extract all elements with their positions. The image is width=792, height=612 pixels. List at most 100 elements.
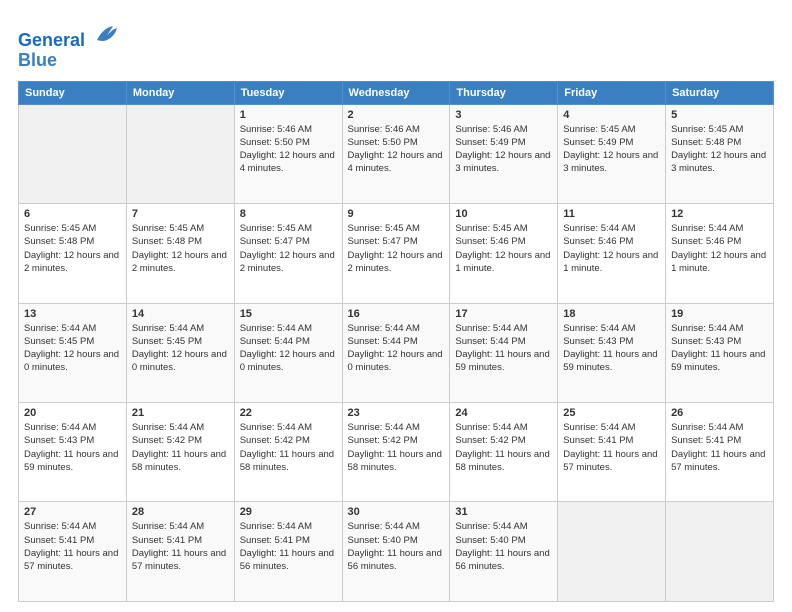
calendar-cell: 22Sunrise: 5:44 AMSunset: 5:42 PMDayligh… xyxy=(234,403,342,502)
day-number: 5 xyxy=(671,109,768,121)
day-info: Sunrise: 5:44 AM xyxy=(455,421,552,434)
day-info: Sunrise: 5:44 AM xyxy=(132,520,229,533)
day-info: Sunrise: 5:44 AM xyxy=(671,222,768,235)
day-info: Sunrise: 5:44 AM xyxy=(455,322,552,335)
day-info: Sunset: 5:43 PM xyxy=(24,434,121,447)
calendar-body: 1Sunrise: 5:46 AMSunset: 5:50 PMDaylight… xyxy=(19,104,774,601)
day-number: 8 xyxy=(240,208,337,220)
day-info: Sunrise: 5:44 AM xyxy=(455,520,552,533)
day-info: Sunset: 5:44 PM xyxy=(240,335,337,348)
logo-general: General xyxy=(18,30,85,50)
calendar-cell xyxy=(126,104,234,203)
day-number: 26 xyxy=(671,407,768,419)
calendar-cell: 28Sunrise: 5:44 AMSunset: 5:41 PMDayligh… xyxy=(126,502,234,602)
logo: General Blue xyxy=(18,18,121,71)
logo-text: General xyxy=(18,18,121,51)
day-info: Sunrise: 5:44 AM xyxy=(240,520,337,533)
day-info: Sunrise: 5:44 AM xyxy=(24,520,121,533)
calendar-cell: 9Sunrise: 5:45 AMSunset: 5:47 PMDaylight… xyxy=(342,204,450,303)
day-number: 17 xyxy=(455,308,552,320)
calendar-header-cell: Friday xyxy=(558,81,666,104)
day-number: 31 xyxy=(455,506,552,518)
day-info: Sunrise: 5:46 AM xyxy=(348,123,445,136)
day-info: Daylight: 11 hours and 56 minutes. xyxy=(455,547,552,574)
day-number: 27 xyxy=(24,506,121,518)
day-info: Sunset: 5:42 PM xyxy=(455,434,552,447)
page: General Blue SundayMondayTuesdayWednesda… xyxy=(0,0,792,612)
calendar-cell: 20Sunrise: 5:44 AMSunset: 5:43 PMDayligh… xyxy=(19,403,127,502)
day-info: Sunrise: 5:44 AM xyxy=(563,222,660,235)
day-number: 30 xyxy=(348,506,445,518)
logo-blue: Blue xyxy=(18,51,121,71)
day-number: 3 xyxy=(455,109,552,121)
day-number: 21 xyxy=(132,407,229,419)
logo-bird-icon xyxy=(93,18,121,46)
day-number: 16 xyxy=(348,308,445,320)
day-info: Sunrise: 5:45 AM xyxy=(455,222,552,235)
day-number: 7 xyxy=(132,208,229,220)
day-info: Sunrise: 5:45 AM xyxy=(671,123,768,136)
day-info: Daylight: 11 hours and 59 minutes. xyxy=(455,348,552,375)
day-number: 25 xyxy=(563,407,660,419)
day-info: Daylight: 12 hours and 0 minutes. xyxy=(348,348,445,375)
calendar-header-cell: Wednesday xyxy=(342,81,450,104)
day-info: Daylight: 12 hours and 1 minute. xyxy=(671,249,768,276)
day-info: Sunset: 5:46 PM xyxy=(455,235,552,248)
day-info: Sunset: 5:42 PM xyxy=(132,434,229,447)
day-number: 4 xyxy=(563,109,660,121)
day-number: 20 xyxy=(24,407,121,419)
day-info: Sunrise: 5:44 AM xyxy=(132,322,229,335)
day-number: 29 xyxy=(240,506,337,518)
day-info: Daylight: 12 hours and 0 minutes. xyxy=(24,348,121,375)
calendar-cell: 25Sunrise: 5:44 AMSunset: 5:41 PMDayligh… xyxy=(558,403,666,502)
calendar-cell: 2Sunrise: 5:46 AMSunset: 5:50 PMDaylight… xyxy=(342,104,450,203)
day-number: 23 xyxy=(348,407,445,419)
day-info: Daylight: 11 hours and 57 minutes. xyxy=(563,448,660,475)
day-info: Daylight: 11 hours and 57 minutes. xyxy=(132,547,229,574)
day-number: 12 xyxy=(671,208,768,220)
day-info: Daylight: 12 hours and 2 minutes. xyxy=(240,249,337,276)
day-info: Sunset: 5:50 PM xyxy=(240,136,337,149)
day-info: Sunset: 5:41 PM xyxy=(563,434,660,447)
header: General Blue xyxy=(18,18,774,71)
calendar-header-row: SundayMondayTuesdayWednesdayThursdayFrid… xyxy=(19,81,774,104)
day-info: Daylight: 12 hours and 2 minutes. xyxy=(348,249,445,276)
day-info: Sunrise: 5:44 AM xyxy=(563,322,660,335)
calendar-cell: 7Sunrise: 5:45 AMSunset: 5:48 PMDaylight… xyxy=(126,204,234,303)
calendar-cell xyxy=(558,502,666,602)
day-info: Sunrise: 5:45 AM xyxy=(563,123,660,136)
calendar-week-row: 6Sunrise: 5:45 AMSunset: 5:48 PMDaylight… xyxy=(19,204,774,303)
day-info: Sunset: 5:41 PM xyxy=(132,534,229,547)
day-info: Sunset: 5:40 PM xyxy=(455,534,552,547)
calendar-cell: 4Sunrise: 5:45 AMSunset: 5:49 PMDaylight… xyxy=(558,104,666,203)
day-info: Sunset: 5:42 PM xyxy=(240,434,337,447)
day-info: Sunset: 5:40 PM xyxy=(348,534,445,547)
day-number: 9 xyxy=(348,208,445,220)
day-info: Sunset: 5:48 PM xyxy=(24,235,121,248)
calendar-cell xyxy=(19,104,127,203)
day-info: Daylight: 11 hours and 56 minutes. xyxy=(240,547,337,574)
day-info: Daylight: 12 hours and 1 minute. xyxy=(563,249,660,276)
day-info: Sunset: 5:45 PM xyxy=(24,335,121,348)
day-info: Daylight: 11 hours and 59 minutes. xyxy=(24,448,121,475)
calendar-cell xyxy=(666,502,774,602)
day-info: Sunrise: 5:44 AM xyxy=(24,322,121,335)
day-info: Sunrise: 5:44 AM xyxy=(132,421,229,434)
day-number: 18 xyxy=(563,308,660,320)
day-number: 15 xyxy=(240,308,337,320)
calendar-cell: 8Sunrise: 5:45 AMSunset: 5:47 PMDaylight… xyxy=(234,204,342,303)
day-info: Sunrise: 5:44 AM xyxy=(240,322,337,335)
day-number: 14 xyxy=(132,308,229,320)
calendar-cell: 21Sunrise: 5:44 AMSunset: 5:42 PMDayligh… xyxy=(126,403,234,502)
day-info: Daylight: 12 hours and 2 minutes. xyxy=(132,249,229,276)
calendar-cell: 14Sunrise: 5:44 AMSunset: 5:45 PMDayligh… xyxy=(126,303,234,402)
day-number: 13 xyxy=(24,308,121,320)
day-info: Sunrise: 5:44 AM xyxy=(348,421,445,434)
calendar-cell: 29Sunrise: 5:44 AMSunset: 5:41 PMDayligh… xyxy=(234,502,342,602)
calendar-header-cell: Monday xyxy=(126,81,234,104)
day-info: Daylight: 11 hours and 58 minutes. xyxy=(240,448,337,475)
day-info: Sunset: 5:41 PM xyxy=(24,534,121,547)
day-info: Daylight: 11 hours and 59 minutes. xyxy=(563,348,660,375)
calendar-table: SundayMondayTuesdayWednesdayThursdayFrid… xyxy=(18,81,774,602)
calendar-cell: 6Sunrise: 5:45 AMSunset: 5:48 PMDaylight… xyxy=(19,204,127,303)
